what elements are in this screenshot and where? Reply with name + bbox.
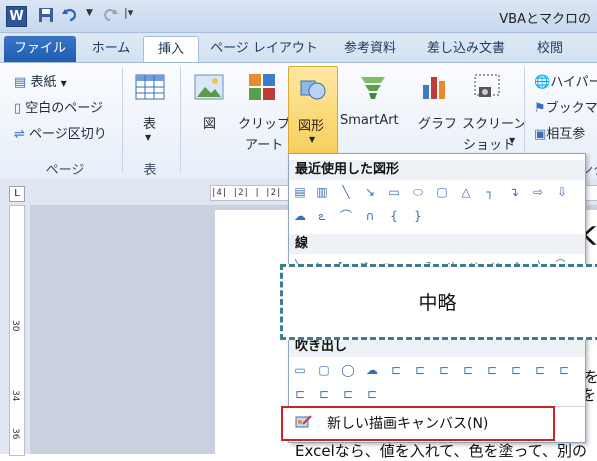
tab-insert[interactable]: 挿入 <box>143 36 199 64</box>
textbox-shape-icon[interactable]: ▤ <box>293 185 307 199</box>
line-callout-7-shape-icon[interactable]: ⊏ <box>533 363 547 377</box>
cloud-callout-shape-icon[interactable]: ☁ <box>365 363 379 377</box>
line-callout-1-shape-icon[interactable]: ⊏ <box>389 363 403 377</box>
group-separator <box>180 67 181 173</box>
bookmark-button[interactable]: ⚑ブックマ <box>534 97 597 116</box>
cross-reference-button[interactable]: ▣相互参 <box>534 123 585 142</box>
rectangle-shape-icon[interactable]: ▭ <box>387 185 401 199</box>
line-shape-icon[interactable]: ╲ <box>339 185 353 199</box>
word-logo-icon[interactable]: W <box>6 6 27 27</box>
smartart-button[interactable]: SmartArt <box>340 113 399 128</box>
vruler-label-30: 30 <box>10 320 20 332</box>
chart-button[interactable]: グラフ <box>418 113 457 132</box>
lines-row-icons[interactable]: ╲↘↖⇌⌐┐↴↵↩↪∿⌇⌒ <box>295 256 579 264</box>
rounded-callout-shape-icon[interactable]: ▢ <box>317 363 331 377</box>
page-break-icon: ⇌ <box>14 127 25 142</box>
clipart-icon[interactable] <box>246 71 278 103</box>
cloud-shape-icon[interactable]: ☁ <box>293 209 307 223</box>
rounded-rectangle-shape-icon[interactable]: ▢ <box>435 185 449 199</box>
blank-page-button[interactable]: ▯ 空白のページ <box>14 97 103 116</box>
line-callout-2-shape-icon[interactable]: ⊏ <box>413 363 427 377</box>
doc-text-line: Excelなら、値を入れて、色を塗って、別の <box>295 442 588 460</box>
table-button[interactable]: 表 <box>143 113 156 132</box>
line-callout-11-shape-icon[interactable]: ⊏ <box>341 387 355 401</box>
right-arrow-shape-icon[interactable]: ⇨ <box>531 185 545 199</box>
line-callout-6-shape-icon[interactable]: ⊏ <box>509 363 523 377</box>
ribbon-tab-row: ファイル ホーム 挿入 ページ レイアウト 参考資料 差し込み文書 校閲 <box>0 33 597 64</box>
blank-page-icon: ▯ <box>14 101 22 116</box>
tab-mailings[interactable]: 差し込み文書 <box>418 36 514 62</box>
tab-review[interactable]: 校閲 <box>528 36 572 62</box>
line-callout-5-shape-icon[interactable]: ⊏ <box>485 363 499 377</box>
left-brace-shape-icon[interactable]: { <box>387 209 401 223</box>
table-dropdown-icon[interactable]: ▼ <box>145 133 151 142</box>
save-icon[interactable] <box>38 7 54 23</box>
line-callout-10-shape-icon[interactable]: ⊏ <box>317 387 331 401</box>
group-separator <box>122 67 123 173</box>
cover-page-button[interactable]: ▤ 表紙 ▼ <box>14 71 67 90</box>
cross-reference-icon: ▣ <box>534 127 547 142</box>
screenshot-label-1[interactable]: スクリーン <box>462 113 526 132</box>
screenshot-label-2[interactable]: ショット <box>463 134 515 153</box>
smartart-icon[interactable] <box>357 71 389 103</box>
recent-shapes-header: 最近使用した図形 <box>289 160 585 180</box>
curve-shape-icon[interactable]: ∩ <box>363 209 377 223</box>
shapes-label: 図形 <box>298 119 325 134</box>
customize-qat-icon[interactable]: |▾ <box>124 6 133 19</box>
elbow-connector-shape-icon[interactable]: ┐ <box>483 185 497 199</box>
oval-callout-shape-icon[interactable]: ◯ <box>341 363 355 377</box>
line-callout-4-shape-icon[interactable]: ⊏ <box>461 363 475 377</box>
tab-selector-icon[interactable]: L <box>9 186 25 202</box>
lines-header: 線 <box>289 234 585 254</box>
oval-shape-icon[interactable]: ⬭ <box>411 185 425 199</box>
vruler-label-36: 36 <box>10 428 20 440</box>
clipart-label-1[interactable]: クリップ <box>238 113 290 132</box>
line-callout-9-shape-icon[interactable]: ⊏ <box>293 387 307 401</box>
line-callout-3-shape-icon[interactable]: ⊏ <box>437 363 451 377</box>
right-brace-shape-icon[interactable]: } <box>411 209 425 223</box>
tab-page-layout[interactable]: ページ レイアウト <box>206 36 322 62</box>
callouts-header: 吹き出し <box>289 337 585 357</box>
title-bar: W ▼ |▾ VBAとマクロの <box>0 0 597 33</box>
screenshot-dropdown-icon[interactable]: ▼ <box>509 136 515 145</box>
arrow-line-shape-icon[interactable]: ↘ <box>363 185 377 199</box>
rect-callout-shape-icon[interactable]: ▭ <box>293 363 307 377</box>
vertical-textbox-shape-icon[interactable]: ▥ <box>315 185 329 199</box>
tab-references[interactable]: 参考資料 <box>335 36 405 62</box>
picture-button[interactable]: 図 <box>203 113 216 132</box>
shapes-icon <box>300 80 326 100</box>
down-arrow-shape-icon[interactable]: ⇩ <box>555 185 569 199</box>
bookmark-icon: ⚑ <box>534 101 546 116</box>
line-callout-12-shape-icon[interactable]: ⊏ <box>365 387 379 401</box>
window-title: VBAとマクロの <box>499 12 591 27</box>
freeform-shape-icon[interactable]: ఽ <box>315 209 329 223</box>
redo-icon[interactable] <box>102 7 118 23</box>
cover-page-icon: ▤ <box>14 75 27 90</box>
triangle-shape-icon[interactable]: △ <box>459 185 473 199</box>
group-label-page: ページ <box>45 163 85 178</box>
screenshot-icon[interactable] <box>471 71 503 103</box>
tab-home[interactable]: ホーム <box>86 36 136 62</box>
new-drawing-canvas-menu-item[interactable]: 新しい描画キャンバス(N) <box>281 406 555 441</box>
page-break-button[interactable]: ⇌ ページ区切り <box>14 123 107 142</box>
hyperlink-icon: 🌐 <box>534 75 551 90</box>
shapes-dropdown-icon: ▼ <box>309 135 316 144</box>
tab-file[interactable]: ファイル <box>4 36 76 62</box>
drawing-canvas-icon <box>295 415 312 428</box>
table-icon[interactable] <box>134 71 166 103</box>
picture-icon[interactable] <box>193 71 225 103</box>
clipart-label-2[interactable]: アート <box>245 134 283 153</box>
vruler-label-34: 34 <box>10 390 20 402</box>
new-drawing-canvas-label: 新しい描画キャンバス(N) <box>327 416 489 432</box>
group-label-table: 表 <box>143 163 157 178</box>
shapes-button[interactable]: 図形 ▼ <box>288 66 338 156</box>
hyperlink-button[interactable]: 🌐ハイパー <box>534 71 597 90</box>
omitted-section-label: 中略 <box>418 292 457 314</box>
line-callout-8-shape-icon[interactable]: ⊏ <box>557 363 571 377</box>
undo-dropdown-icon[interactable]: ▼ <box>86 8 93 18</box>
chart-icon[interactable] <box>419 71 451 103</box>
elbow-arrow-shape-icon[interactable]: ↴ <box>507 185 521 199</box>
arc-shape-icon[interactable]: ⌒ <box>339 209 353 223</box>
undo-icon[interactable] <box>62 7 78 23</box>
